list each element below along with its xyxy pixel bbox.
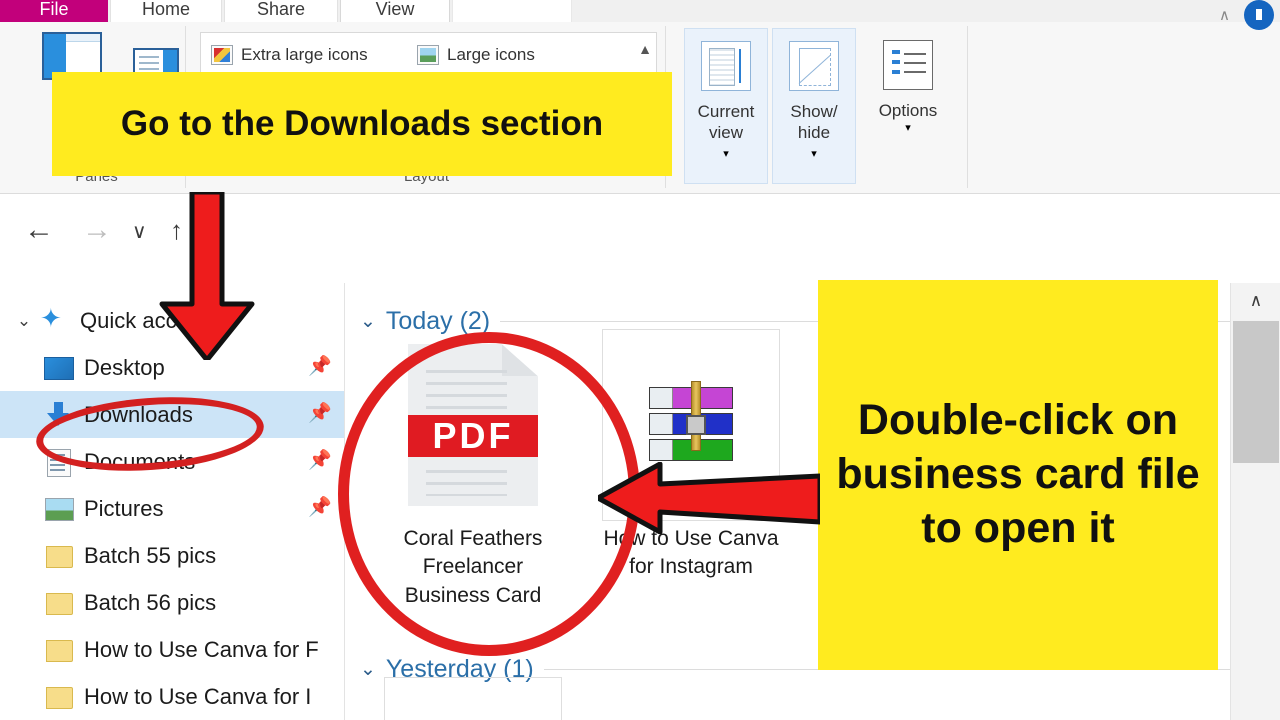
red-circle-pdf-annotation [338,332,640,656]
show-hide-button[interactable]: Show/ hide ▾ [772,28,856,184]
sidebar-item-batch-55-pics[interactable]: Batch 55 pics [0,532,344,579]
file-item-yesterday[interactable] [384,677,562,720]
red-left-arrow-annotation [598,462,820,534]
pin-icon[interactable]: 📌 [308,404,332,424]
vertical-scrollbar[interactable]: ∧ [1230,283,1280,720]
sidebar-item-canva-instagram[interactable]: How to Use Canva for I [0,673,344,720]
current-view-label: Current view [697,102,755,143]
recent-locations-button[interactable]: ∨ [132,222,147,242]
file-explorer-window: File Home Share View ∧ Nav p Panes Extr [0,0,1280,720]
options-icon [883,40,933,90]
callout-text: Double-click on business card file to op… [836,396,1200,552]
tab-view[interactable]: View [340,0,450,22]
ribbon-group-current-view: Current view ▾ Show/ hide ▾ Options ▾ [676,26,968,188]
forward-button[interactable]: → [82,215,112,245]
callout-text: Go to the Downloads section [120,104,604,143]
callout-double-click-file: Double-click on business card file to op… [818,280,1218,670]
gallery-item-extra-large-icons[interactable]: Extra large icons [211,45,368,65]
extra-large-icons-label: Extra large icons [241,45,368,64]
tab-home[interactable]: Home [110,0,222,22]
sidebar-item-label: How to Use Canva for I [84,683,312,709]
folder-icon [42,636,76,664]
sidebar-item-label: Batch 56 pics [84,589,217,615]
folder-icon [42,542,76,570]
options-caret-icon[interactable]: ▾ [866,121,950,134]
picture-icon [42,495,76,523]
ribbon-tab-strip: File Home Share View [0,0,1280,22]
large-icons-label: Large icons [447,45,535,64]
tab-file[interactable]: File [0,0,108,22]
options-label: Options [878,101,938,120]
minimize-ribbon-icon[interactable]: ∧ [1219,6,1232,24]
options-button[interactable]: Options ▾ [866,28,950,184]
scrollbar-thumb[interactable] [1233,321,1279,463]
pin-icon[interactable]: 📌 [308,451,332,471]
chevron-down-icon[interactable]: ⌄ [360,310,376,333]
gallery-scroll-up-icon[interactable]: ▲ [638,41,652,57]
tab-share[interactable]: Share [224,0,338,22]
desktop-icon [42,354,76,382]
sidebar-item-label: Pictures [84,495,164,521]
red-down-arrow-annotation [159,192,255,360]
show-hide-icon [789,41,839,91]
help-icon[interactable] [1244,0,1274,30]
show-hide-label: Show/ hide [790,102,838,143]
sidebar-item-canva-facebook[interactable]: How to Use Canva for F [0,626,344,673]
sidebar-item-label: How to Use Canva for F [84,636,319,662]
back-button[interactable]: ← [24,215,54,245]
pin-icon[interactable]: 📌 [308,498,332,518]
large-icons-icon [417,45,439,65]
folder-icon [42,589,76,617]
folder-icon [42,683,76,711]
sidebar-item-pictures[interactable]: Pictures 📌 [0,485,344,532]
winrar-archive-icon [649,381,733,463]
current-view-icon [701,41,751,91]
scroll-up-icon[interactable]: ∧ [1231,283,1280,319]
sidebar-item-label: Batch 55 pics [84,542,217,568]
extra-large-icons-icon [211,45,233,65]
sidebar-item-batch-56-pics[interactable]: Batch 56 pics [0,579,344,626]
chevron-down-icon[interactable]: ⌄ [360,658,376,681]
callout-go-to-downloads: Go to the Downloads section [52,72,672,176]
file-thumbnail [384,677,562,720]
tab-overflow [452,0,572,22]
gallery-item-large-icons[interactable]: Large icons [417,45,535,65]
pin-icon[interactable]: 📌 [308,357,332,377]
star-icon [38,303,72,335]
show-hide-caret-icon[interactable]: ▾ [811,148,817,160]
current-view-caret-icon[interactable]: ▾ [723,148,729,160]
chevron-down-icon[interactable]: ⌄ [10,311,38,331]
current-view-button[interactable]: Current view ▾ [684,28,768,184]
